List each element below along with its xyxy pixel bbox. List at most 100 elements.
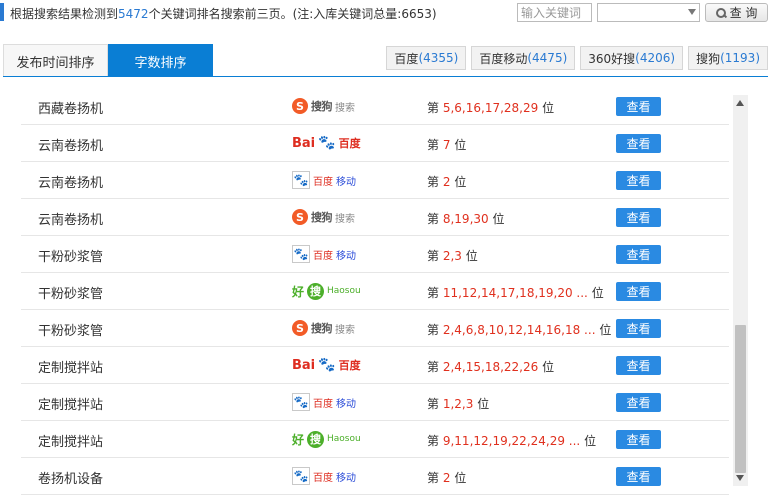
sogou-logo-text2: 搜索 — [335, 324, 355, 336]
rank-prefix: 第 — [427, 286, 440, 300]
table-row: 云南卷扬机 S 搜狗 搜索 第 8,19,30 位 查看 — [21, 199, 729, 236]
keyword-search-input[interactable] — [517, 3, 592, 22]
rank-suffix: 位 — [477, 397, 490, 411]
view-button[interactable]: 查看 — [616, 430, 661, 449]
engine-filter-0[interactable]: 百度 (4355) — [386, 46, 467, 70]
sogou-icon: S — [292, 98, 308, 114]
rank-positions: 2 — [442, 471, 451, 485]
baidu-mobile-logo-text: 百度 — [313, 472, 333, 484]
engine-filter-3[interactable]: 搜狗 (1193) — [688, 46, 768, 70]
engine-filter-1[interactable]: 百度移动 (4475) — [471, 46, 576, 70]
chevron-down-icon — [688, 9, 696, 15]
table-row: 干粉砂浆管 🐾 百度 移动 第 2,3 位 查看 — [21, 236, 729, 273]
haosou-logo: 好搜 Haosou — [292, 281, 361, 301]
view-button[interactable]: 查看 — [616, 245, 661, 264]
scroll-thumb[interactable] — [735, 325, 746, 473]
sogou-logo: S 搜狗 搜索 — [292, 207, 355, 227]
tab-publish-time[interactable]: 发布时间排序 — [3, 44, 108, 77]
baidu-paw-icon: 🐾 — [318, 357, 336, 373]
sogou-logo-text2: 搜索 — [335, 102, 355, 114]
view-button[interactable]: 查看 — [616, 208, 661, 227]
sogou-icon: S — [292, 209, 308, 225]
row-rank: 第 2 位 — [427, 173, 466, 190]
view-button[interactable]: 查看 — [616, 356, 661, 375]
row-rank: 第 7 位 — [427, 136, 466, 153]
baidu-logo-du: 百度 — [338, 359, 361, 372]
summary-bar: 根据搜索结果检测到5472个关键词排名搜索前三页。(注:入库关键词总量:6653… — [0, 0, 771, 26]
rank-prefix: 第 — [427, 397, 440, 411]
haosou-logo: 好搜 Haosou — [292, 429, 361, 449]
rank-positions: 5,6,16,17,28,29 — [442, 101, 539, 115]
rank-suffix: 位 — [599, 323, 612, 337]
rank-prefix: 第 — [427, 360, 440, 374]
row-keyword: 卷扬机设备 — [38, 472, 104, 487]
table-row: 定制搅拌站 🐾 百度 移动 第 1,2,3 位 查看 — [21, 384, 729, 421]
summary-count: 5472 — [118, 7, 149, 21]
row-rank: 第 2 位 — [427, 469, 466, 486]
list-scrollbar[interactable] — [733, 95, 748, 486]
baidu-logo: Bai 🐾 百度 — [292, 133, 361, 153]
row-keyword: 定制搅拌站 — [38, 361, 104, 376]
baidu-mobile-logo: 🐾 百度 移动 — [292, 466, 356, 486]
view-button[interactable]: 查看 — [616, 171, 661, 190]
baidu-mobile-logo-text: 百度 — [313, 398, 333, 410]
row-keyword: 云南卷扬机 — [38, 139, 104, 154]
baidu-paw-icon: 🐾 — [292, 467, 310, 485]
scroll-down-icon[interactable] — [736, 475, 744, 481]
summary-marker — [0, 3, 4, 21]
baidu-paw-icon: 🐾 — [292, 171, 310, 189]
rank-positions: 2,4,15,18,22,26 — [442, 360, 539, 374]
view-button[interactable]: 查看 — [616, 282, 661, 301]
summary-text: 根据搜索结果检测到5472个关键词排名搜索前三页。(注:入库关键词总量:6653… — [10, 5, 437, 22]
view-button[interactable]: 查看 — [616, 393, 661, 412]
search-button[interactable]: 查 询 — [705, 3, 768, 22]
rank-prefix: 第 — [427, 101, 440, 115]
row-rank: 第 9,11,12,19,22,24,29 ... 位 — [427, 432, 596, 449]
table-row: 定制搅拌站 Bai 🐾 百度 第 2,4,15,18,22,26 位 查看 — [21, 347, 729, 384]
engine-filter-count: (4206) — [635, 51, 676, 65]
row-rank: 第 11,12,14,17,18,19,20 ... 位 — [427, 284, 604, 301]
view-button[interactable]: 查看 — [616, 134, 661, 153]
rank-prefix: 第 — [427, 249, 440, 263]
summary-suffix: 个关键词排名搜索前三页。(注:入库关键词总量:6653) — [148, 7, 437, 21]
view-button[interactable]: 查看 — [616, 319, 661, 338]
engine-filter-count: (4355) — [418, 51, 459, 65]
table-row: 干粉砂浆管 好搜 Haosou 第 11,12,14,17,18,19,20 ... … — [21, 273, 729, 310]
search-button-label: 查 询 — [729, 6, 758, 20]
tab-word-count[interactable]: 字数排序 — [108, 44, 213, 77]
row-rank: 第 2,4,15,18,22,26 位 — [427, 358, 554, 375]
row-keyword: 西藏卷扬机 — [38, 102, 104, 117]
rank-suffix: 位 — [542, 101, 555, 115]
rank-positions: 1,2,3 — [442, 397, 474, 411]
row-keyword: 云南卷扬机 — [38, 176, 104, 191]
rank-suffix: 位 — [454, 138, 467, 152]
engine-select[interactable] — [597, 3, 700, 22]
baidu-logo-bai: Bai — [292, 357, 316, 373]
table-row: 西藏卷扬机 S 搜狗 搜索 第 5,6,16,17,28,29 位 查看 — [21, 88, 729, 125]
rank-positions: 9,11,12,19,22,24,29 ... — [442, 434, 581, 448]
baidu-mobile-logo-text2: 移动 — [336, 398, 356, 410]
baidu-paw-icon: 🐾 — [292, 393, 310, 411]
engine-filter-2[interactable]: 360好搜 (4206) — [580, 46, 684, 70]
rank-prefix: 第 — [427, 212, 440, 226]
baidu-logo-bai: Bai — [292, 135, 316, 151]
sogou-icon: S — [292, 320, 308, 336]
sogou-logo: S 搜狗 搜索 — [292, 318, 355, 338]
rank-positions: 11,12,14,17,18,19,20 ... — [442, 286, 588, 300]
keyword-rank-list: 西藏卷扬机 S 搜狗 搜索第 5,6,16,17,28,29 位查看 云南卷扬机 Bai 🐾… — [21, 88, 729, 501]
row-keyword: 干粉砂浆管 — [38, 287, 104, 302]
view-button[interactable]: 查看 — [616, 467, 661, 486]
row-keyword: 定制搅拌站 — [38, 398, 104, 413]
rank-positions: 8,19,30 — [442, 212, 489, 226]
baidu-mobile-logo: 🐾 百度 移动 — [292, 392, 356, 412]
row-keyword: 定制搅拌站 — [38, 435, 104, 450]
view-button[interactable]: 查看 — [616, 97, 661, 116]
haosou-logo-en: Haosou — [327, 286, 361, 296]
rank-prefix: 第 — [427, 471, 440, 485]
engine-filter-group: 百度 (4355) 百度移动 (4475) 360好搜 (4206) 搜狗 (1193) — [386, 46, 768, 70]
scroll-up-icon[interactable] — [736, 100, 744, 106]
row-rank: 第 5,6,16,17,28,29 位 — [427, 99, 554, 116]
engine-filter-name: 360好搜 — [588, 51, 636, 66]
baidu-paw-icon: 🐾 — [292, 245, 310, 263]
haosou-search-icon: 搜 — [307, 430, 325, 448]
